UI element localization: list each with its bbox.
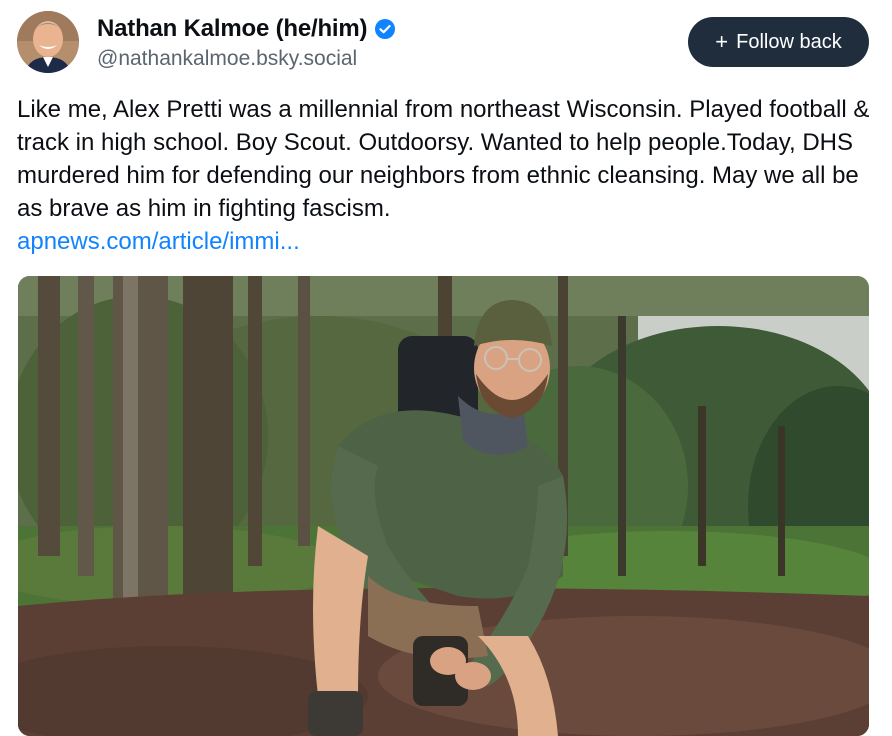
avatar-photo-icon xyxy=(17,11,79,73)
post-link[interactable]: apnews.com/article/immi... xyxy=(17,225,877,258)
plus-icon: + xyxy=(715,29,729,54)
follow-back-label: Follow back xyxy=(736,30,842,53)
post-image[interactable] xyxy=(18,276,869,736)
post-card: Nathan Kalmoe (he/him) @nathankalmoe.bsk… xyxy=(0,0,892,736)
post-text: Like me, Alex Pretti was a millennial fr… xyxy=(17,96,870,222)
verified-badge-icon[interactable] xyxy=(375,19,396,39)
follow-back-button[interactable]: + Follow back xyxy=(688,17,869,67)
forest-hiker-photo-icon xyxy=(18,276,869,736)
author-name-row: Nathan Kalmoe (he/him) xyxy=(97,14,396,44)
author-display-name[interactable]: Nathan Kalmoe (he/him) xyxy=(97,15,368,43)
post-body: Like me, Alex Pretti was a millennial fr… xyxy=(17,93,877,258)
author-avatar[interactable] xyxy=(17,11,79,73)
author-handle[interactable]: @nathankalmoe.bsky.social xyxy=(97,47,357,71)
